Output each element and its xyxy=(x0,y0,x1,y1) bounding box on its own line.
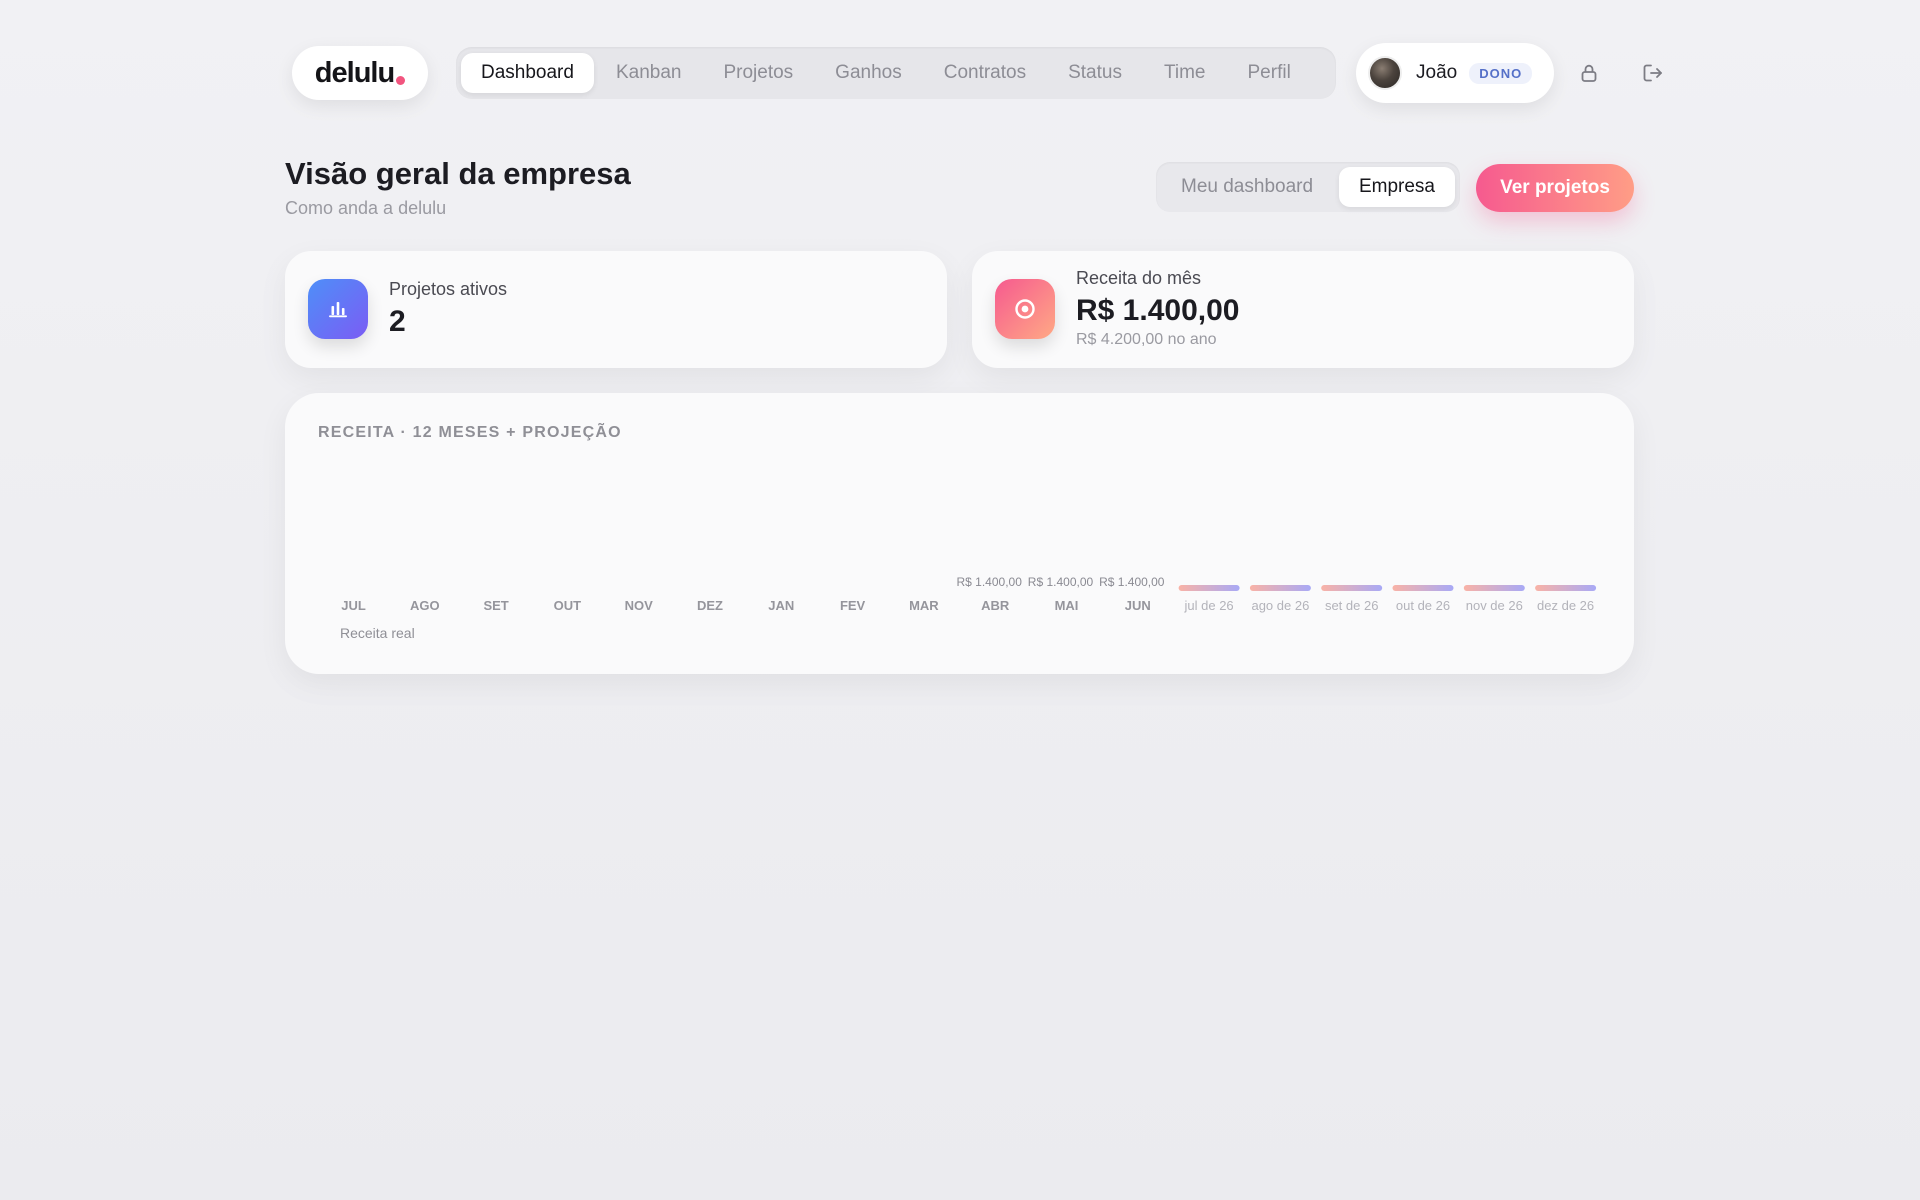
legend-receita-real: Receita real xyxy=(340,625,415,641)
x-tick-label: jul de 26 xyxy=(1184,598,1234,613)
logout-icon[interactable] xyxy=(1638,58,1668,88)
bar-projection xyxy=(1178,585,1240,591)
ver-projetos-button[interactable]: Ver projetos xyxy=(1476,164,1634,212)
stat-value: 2 xyxy=(389,305,406,338)
bar-projection xyxy=(1463,585,1525,591)
x-tick-label: nov de 26 xyxy=(1466,598,1523,613)
x-tick-label: SET xyxy=(483,598,508,613)
nav-item-perfil[interactable]: Perfil xyxy=(1228,53,1311,93)
toggle-empresa[interactable]: Empresa xyxy=(1338,167,1455,207)
revenue-chart-card: RECEITA · 12 MESES + PROJEÇÃO JUL AGO SET O… xyxy=(285,393,1634,674)
avatar xyxy=(1368,56,1402,90)
bar-projection xyxy=(1321,585,1383,591)
x-tick-label: MAR xyxy=(909,598,939,613)
stat-label: Projetos ativos xyxy=(389,279,508,299)
bar-projection xyxy=(1392,585,1454,591)
brand-name: delulu xyxy=(314,56,395,89)
nav-item-dashboard[interactable]: Dashboard xyxy=(461,53,594,93)
nav-item-time[interactable]: Time xyxy=(1144,53,1226,93)
bar-data-label: R$ 1.400,00 xyxy=(957,575,1023,589)
bar-chart-icon xyxy=(308,279,368,339)
view-toggle: Meu dashboard Empresa xyxy=(1156,162,1460,212)
nav-item-projetos[interactable]: Projetos xyxy=(703,53,813,93)
lock-icon[interactable] xyxy=(1574,58,1604,88)
page-title: Visão geral da empresa xyxy=(285,156,631,191)
x-tick-label: ago de 26 xyxy=(1251,598,1309,613)
x-tick-label: JAN xyxy=(768,598,794,613)
brand-logo[interactable]: delulu xyxy=(292,46,428,100)
x-tick-label: ABR xyxy=(981,598,1010,613)
nav-item-ganhos[interactable]: Ganhos xyxy=(815,53,922,93)
x-tick-label: out de 26 xyxy=(1396,598,1450,613)
x-tick-label: set de 26 xyxy=(1325,598,1379,613)
bar-projection xyxy=(1535,585,1597,591)
nav-item-status[interactable]: Status xyxy=(1048,53,1142,93)
x-tick-label: DEZ xyxy=(697,598,723,613)
x-tick-label: JUL xyxy=(341,598,366,613)
role-badge: DONO xyxy=(1469,62,1533,84)
user-menu[interactable]: João DONO xyxy=(1356,43,1554,103)
revenue-chart: JUL AGO SET OUT NOV DEZ JAN FEV MAR ABR R$ 1.400,0… xyxy=(341,575,1597,613)
stat-label: Receita do mês xyxy=(1076,268,1202,288)
coin-icon xyxy=(995,279,1055,339)
nav-item-kanban[interactable]: Kanban xyxy=(596,53,702,93)
x-tick-label: AGO xyxy=(410,598,440,613)
page-subtitle: Como anda a delulu xyxy=(285,198,447,218)
x-tick-label: JUN xyxy=(1125,598,1151,613)
stat-value: R$ 1.400,00 xyxy=(1076,294,1240,327)
bar-data-label: R$ 1.400,00 xyxy=(1028,575,1094,589)
bar-projection xyxy=(1249,585,1311,591)
x-tick-label: OUT xyxy=(554,598,582,613)
brand-dot xyxy=(396,75,406,85)
x-tick-label: NOV xyxy=(625,598,654,613)
stat-card-monthly-revenue: Receita do mês R$ 1.400,00 R$ 4.200,00 n… xyxy=(972,251,1634,368)
user-name: João xyxy=(1416,62,1458,83)
x-tick-label: dez de 26 xyxy=(1537,598,1594,613)
toggle-meu-dashboard[interactable]: Meu dashboard xyxy=(1161,167,1333,207)
x-tick-label: FEV xyxy=(840,598,866,613)
stat-note: R$ 4.200,00 no ano xyxy=(1076,331,1217,348)
x-tick-label: MAI xyxy=(1055,598,1079,613)
stat-card-active-projects: Projetos ativos 2 xyxy=(285,251,947,368)
bar-data-label: R$ 1.400,00 xyxy=(1099,575,1165,589)
nav-item-contratos[interactable]: Contratos xyxy=(924,53,1046,93)
top-nav: Dashboard Kanban Projetos Ganhos Contrat… xyxy=(456,47,1336,99)
